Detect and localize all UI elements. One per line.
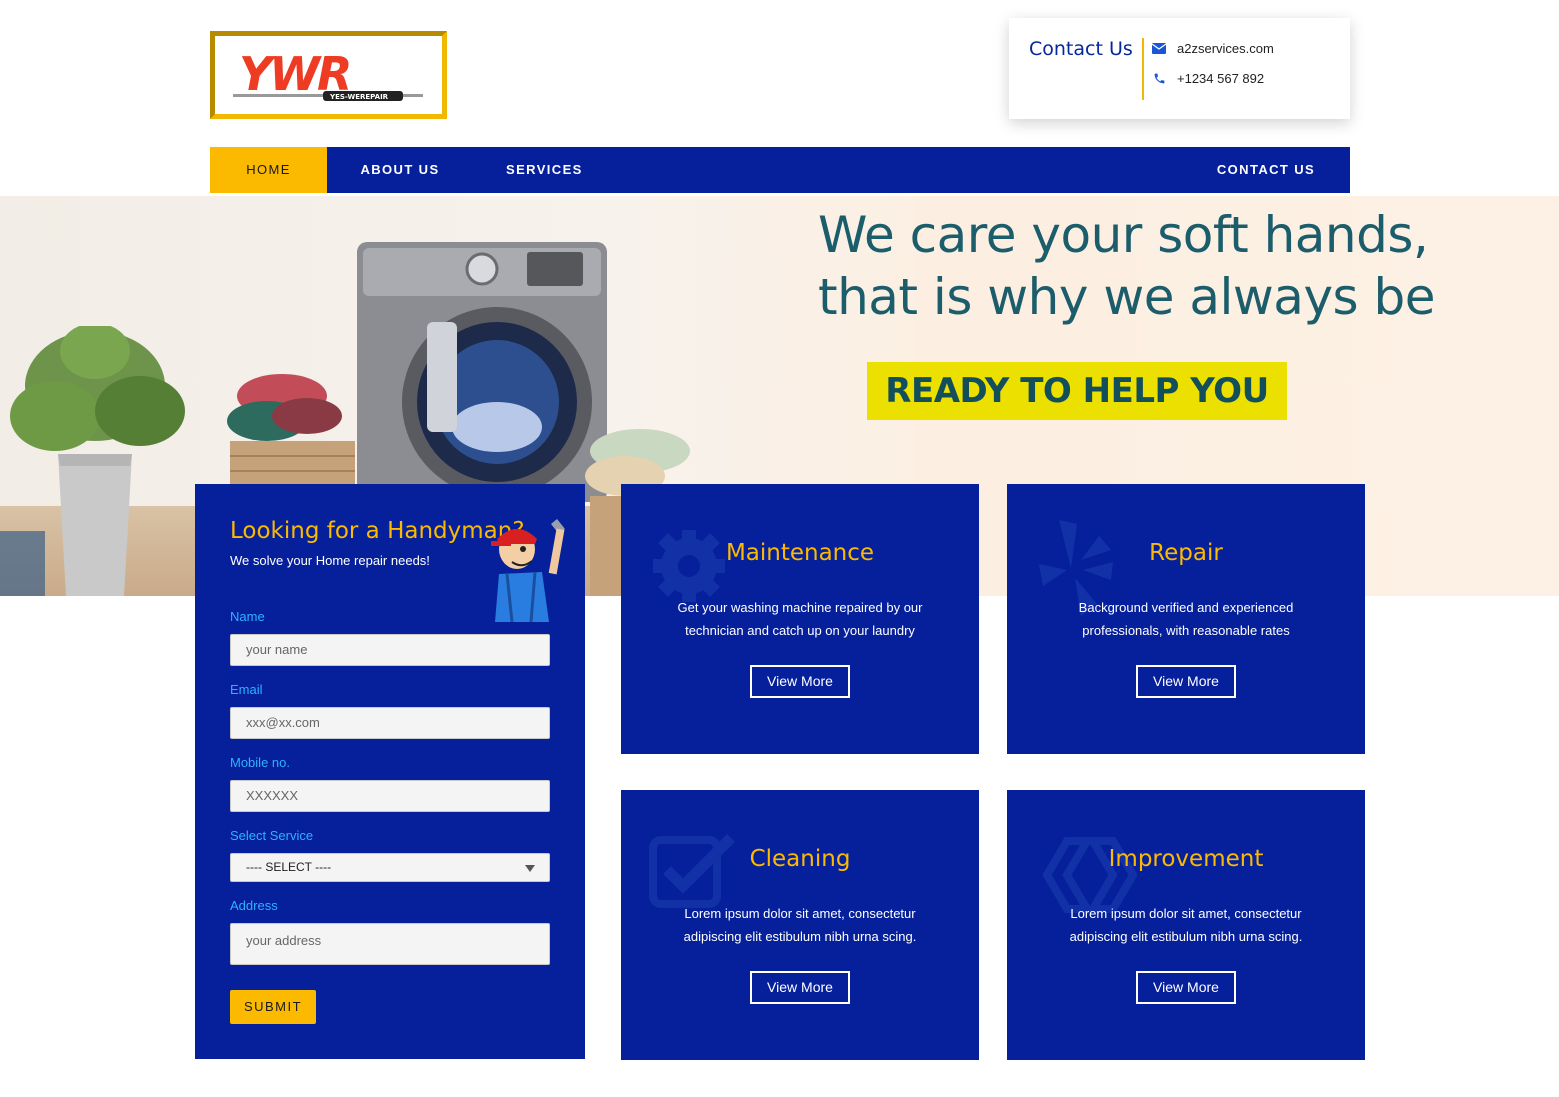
contact-divider — [1142, 38, 1144, 100]
card-description: Lorem ipsum dolor sit amet, consectetur … — [1047, 902, 1325, 948]
mobile-input[interactable]: XXXXXX — [230, 780, 550, 812]
card-title: Maintenance — [725, 540, 875, 566]
service-card-maintenance: Maintenance Get your washing machine rep… — [621, 484, 979, 754]
contact-email-text: a2zservices.com — [1177, 41, 1274, 56]
nav-services[interactable]: SERVICES — [506, 147, 581, 193]
email-label: Email — [230, 682, 263, 697]
card-description: Background verified and experienced prof… — [1047, 596, 1325, 642]
service-card-repair: Repair Background verified and experienc… — [1007, 484, 1365, 754]
hero-headline-line2: that is why we always be — [818, 268, 1435, 326]
card-desc-line: professionals, with reasonable rates — [1082, 623, 1290, 638]
card-desc-line: Lorem ipsum dolor sit amet, consectetur — [1070, 906, 1302, 921]
hero-cta-banner: READY TO HELP YOU — [867, 362, 1287, 420]
chevron-down-icon — [525, 865, 535, 872]
ywr-logo-icon: YWR YES-WEREPAIR — [233, 47, 423, 101]
contact-card: Contact Us a2zservices.com +1234 567 892 — [1009, 18, 1350, 119]
address-textarea[interactable]: your address — [230, 923, 550, 965]
card-title: Repair — [1149, 540, 1223, 566]
hero-headline-line1: We care your soft hands, — [818, 206, 1429, 264]
card-desc-line: technician and catch up on your laundry — [685, 623, 915, 638]
service-label: Select Service — [230, 828, 314, 843]
nav-about-us[interactable]: ABOUT US — [360, 147, 440, 193]
service-card-cleaning: Cleaning Lorem ipsum dolor sit amet, con… — [621, 790, 979, 1060]
handyman-form: Looking for a Handyman? We solve your Ho… — [195, 484, 585, 1059]
washing-machine-image — [357, 242, 607, 502]
phone-icon — [1152, 72, 1166, 86]
email-input[interactable]: xxx@xx.com — [230, 707, 550, 739]
plant-image — [0, 326, 185, 596]
name-label: Name — [230, 609, 265, 624]
view-more-button[interactable]: View More — [1136, 665, 1236, 698]
mobile-label: Mobile no. — [230, 755, 290, 770]
handyman-mascot-icon — [491, 519, 565, 623]
view-more-button[interactable]: View More — [1136, 971, 1236, 1004]
card-desc-line: adipiscing elit estibulum nibh urna scin… — [683, 929, 917, 944]
card-desc-line: Lorem ipsum dolor sit amet, consectetur — [684, 906, 916, 921]
card-description: Lorem ipsum dolor sit amet, consectetur … — [661, 902, 939, 948]
card-desc-line: Get your washing machine repaired by our — [677, 600, 923, 615]
card-title: Improvement — [1108, 846, 1264, 872]
checkbox-icon — [649, 834, 735, 908]
contact-title: Contact Us — [1029, 38, 1133, 60]
service-select-value: ---- SELECT ---- — [246, 860, 332, 874]
svg-text:YES-WEREPAIR: YES-WEREPAIR — [329, 93, 389, 101]
submit-button[interactable]: SUBMIT — [230, 990, 316, 1024]
card-desc-line: adipiscing elit estibulum nibh urna scin… — [1069, 929, 1303, 944]
card-description: Get your washing machine repaired by our… — [661, 596, 939, 642]
card-desc-line: Background verified and experienced — [1078, 600, 1294, 615]
site-logo[interactable]: YWR YES-WEREPAIR — [210, 31, 447, 119]
hero-headline: We care your soft hands, that is why we … — [818, 204, 1435, 328]
envelope-icon — [1152, 42, 1166, 56]
contact-phone-text: +1234 567 892 — [1177, 71, 1265, 86]
contact-email[interactable]: a2zservices.com — [1152, 41, 1274, 56]
view-more-button[interactable]: View More — [750, 971, 850, 1004]
service-select[interactable]: ---- SELECT ---- — [230, 853, 550, 882]
nav-contact-us[interactable]: CONTACT US — [1210, 147, 1322, 193]
address-label: Address — [230, 898, 278, 913]
service-card-improvement: Improvement Lorem ipsum dolor sit amet, … — [1007, 790, 1365, 1060]
card-title: Cleaning — [749, 846, 851, 872]
form-subtitle: We solve your Home repair needs! — [230, 553, 430, 568]
view-more-button[interactable]: View More — [750, 665, 850, 698]
contact-phone[interactable]: +1234 567 892 — [1152, 71, 1264, 86]
nav-home[interactable]: HOME — [210, 147, 327, 193]
main-navbar: HOME ABOUT US SERVICES CONTACT US — [210, 147, 1350, 193]
form-title: Looking for a Handyman? — [230, 518, 525, 544]
name-input[interactable]: your name — [230, 634, 550, 666]
